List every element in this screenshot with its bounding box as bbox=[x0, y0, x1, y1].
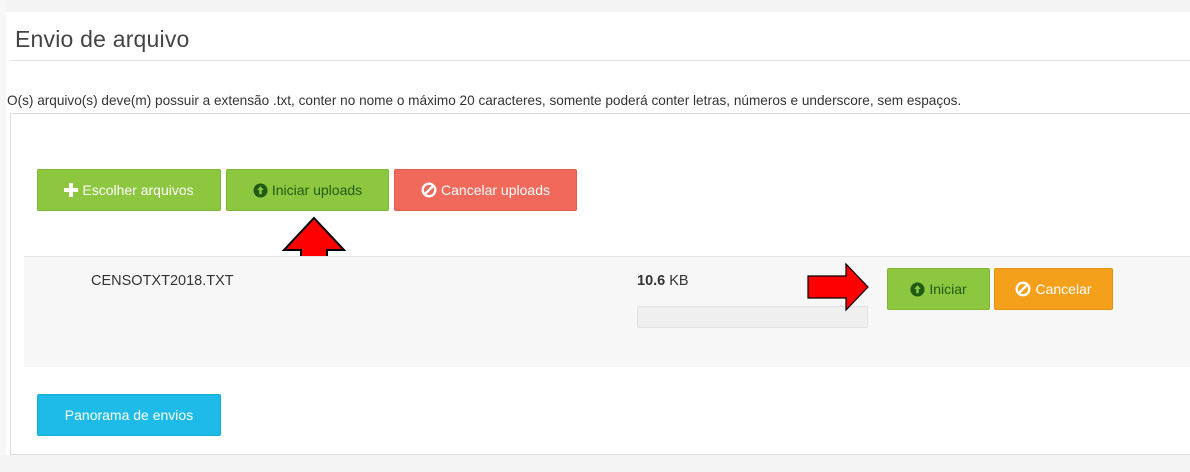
choose-files-label: Escolher arquivos bbox=[82, 182, 194, 198]
file-size: 10.6 KB bbox=[637, 273, 689, 289]
start-uploads-button[interactable]: Iniciar uploads bbox=[226, 169, 389, 211]
cancel-uploads-label: Cancelar uploads bbox=[441, 182, 550, 198]
start-uploads-label: Iniciar uploads bbox=[271, 182, 363, 198]
file-name: CENSOTXT2018.TXT bbox=[91, 273, 234, 289]
file-start-button[interactable]: Iniciar bbox=[887, 268, 990, 310]
ban-icon bbox=[421, 182, 437, 198]
upload-overview-button[interactable]: Panorama de envios bbox=[37, 394, 221, 436]
left-band bbox=[0, 0, 6, 472]
page-title: Envio de arquivo bbox=[15, 26, 190, 52]
file-cancel-button[interactable]: Cancelar bbox=[994, 268, 1113, 310]
upload-circle-icon bbox=[910, 281, 925, 297]
header-band bbox=[0, 0, 1190, 12]
file-size-value: 10.6 bbox=[637, 273, 666, 289]
file-start-label: Iniciar bbox=[929, 281, 967, 297]
plus-icon bbox=[64, 183, 79, 197]
file-size-unit: KB bbox=[669, 273, 689, 289]
upload-overview-label: Panorama de envios bbox=[64, 407, 194, 423]
title-divider bbox=[10, 60, 1190, 61]
upload-rules-text: O(s) arquivo(s) deve(m) possuir a extens… bbox=[7, 93, 962, 108]
annotation-arrow-right-icon bbox=[807, 262, 869, 312]
cancel-uploads-button[interactable]: Cancelar uploads bbox=[394, 169, 577, 211]
page: Envio de arquivo O(s) arquivo(s) deve(m)… bbox=[0, 0, 1190, 472]
choose-files-button[interactable]: Escolher arquivos bbox=[37, 169, 221, 211]
upload-circle-icon bbox=[253, 182, 268, 198]
bottom-band bbox=[0, 455, 1190, 472]
file-cancel-label: Cancelar bbox=[1035, 281, 1092, 297]
ban-icon bbox=[1015, 281, 1031, 297]
